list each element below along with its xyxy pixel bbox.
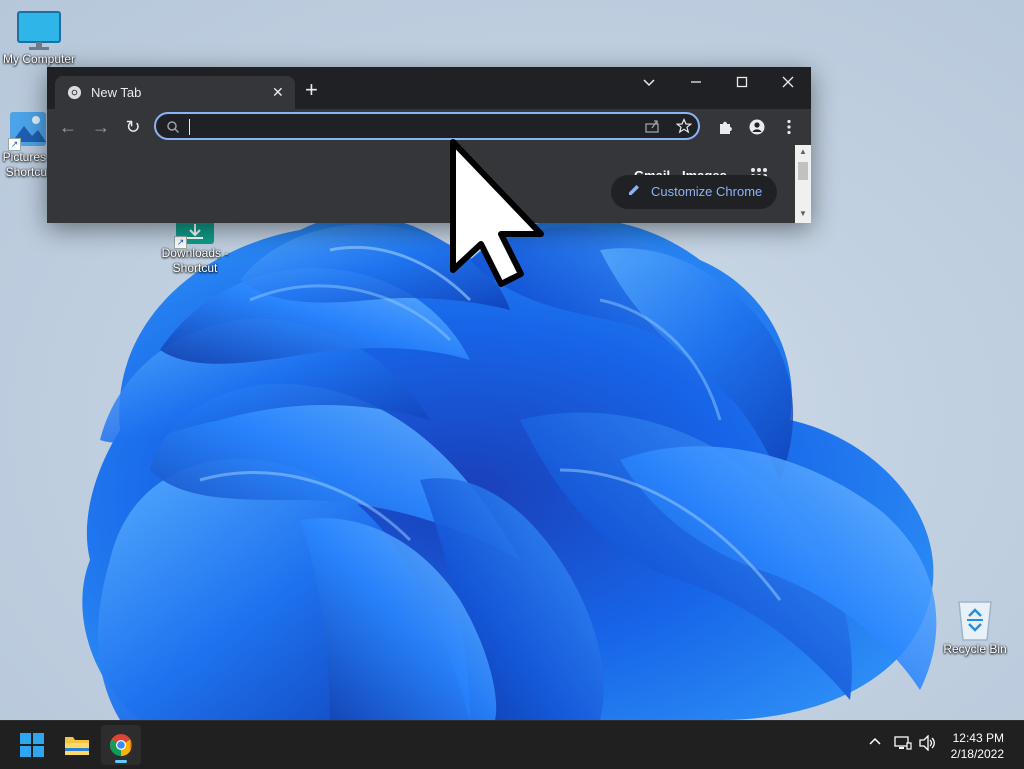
chrome-taskbar-button[interactable] — [101, 725, 141, 765]
profile-icon[interactable] — [749, 119, 765, 135]
network-icon[interactable] — [894, 735, 912, 754]
recycle-bin-icon — [958, 601, 992, 641]
address-bar[interactable] — [154, 112, 700, 140]
taskbar: 12:43 PM 2/18/2022 — [0, 720, 1024, 769]
extensions-puzzle-icon[interactable] — [717, 119, 733, 135]
bookmark-star-icon[interactable] — [676, 118, 692, 134]
file-explorer-button[interactable] — [57, 725, 97, 765]
windows-logo-icon — [20, 733, 44, 757]
desktop-icon-label: Recycle Bin — [943, 642, 1007, 656]
system-clock[interactable]: 12:43 PM 2/18/2022 — [951, 730, 1004, 762]
clock-time: 12:43 PM — [952, 731, 1004, 745]
scrollbar-thumb[interactable] — [798, 162, 808, 180]
shortcut-arrow-icon: ↗ — [174, 236, 187, 249]
forward-button[interactable]: → — [90, 117, 112, 137]
tab-new-tab[interactable]: New Tab ✕ — [55, 76, 295, 109]
search-icon — [167, 121, 180, 134]
show-hidden-icons-chevron-icon[interactable] — [868, 735, 882, 752]
tab-search-dropdown-icon[interactable] — [637, 75, 661, 95]
desktop-icon-label: Downloads - Shortcut — [161, 246, 229, 275]
folder-icon — [65, 737, 89, 755]
shortcut-arrow-icon: ↗ — [8, 138, 21, 151]
new-tab-button[interactable]: + — [305, 79, 318, 101]
reload-button[interactable]: ↻ — [122, 117, 144, 137]
tab-close-icon[interactable]: ✕ — [272, 84, 284, 101]
title-bar[interactable]: New Tab ✕ + — [47, 67, 811, 109]
customize-chrome-label: Customize Chrome — [651, 184, 763, 199]
clock-date: 2/18/2022 — [950, 747, 1004, 761]
volume-icon[interactable] — [919, 734, 937, 754]
maximize-button[interactable] — [730, 75, 754, 95]
menu-kebab-icon[interactable] — [786, 119, 792, 135]
back-button[interactable]: ← — [57, 117, 79, 137]
share-icon[interactable] — [644, 118, 660, 134]
scroll-up-icon[interactable]: ▲ — [798, 147, 808, 156]
chrome-window: New Tab ✕ + ← → ↻ Customize Chrome ▲ ▼ — [47, 67, 811, 223]
pencil-icon — [629, 185, 639, 195]
desktop-icon-downloads-shortcut[interactable]: ↗ Downloads - Shortcut — [157, 220, 233, 276]
search-input[interactable] — [184, 117, 628, 139]
desktop-icon-recycle-bin[interactable]: Recycle Bin — [937, 598, 1013, 657]
page-scrollbar[interactable]: ▲ ▼ — [795, 145, 811, 223]
new-tab-page: Gmail Images Customize Chrome ▲ ▼ — [47, 145, 811, 223]
desktop-icon-label: My Computer — [2, 52, 76, 66]
active-app-indicator — [115, 760, 127, 763]
mouse-pointer-icon — [450, 139, 544, 287]
start-button[interactable] — [12, 725, 52, 765]
chrome-icon — [110, 734, 132, 756]
minimize-button[interactable] — [684, 75, 708, 95]
chrome-favicon-icon — [67, 85, 82, 100]
monitor-icon — [17, 11, 61, 50]
scroll-down-icon[interactable]: ▼ — [798, 209, 808, 218]
text-caret — [189, 119, 190, 135]
browser-toolbar: ← → ↻ — [47, 109, 811, 145]
close-button[interactable] — [776, 75, 800, 95]
customize-chrome-button[interactable]: Customize Chrome — [611, 175, 777, 209]
tab-title: New Tab — [91, 85, 142, 100]
desktop-icon-my-computer[interactable]: My Computer — [1, 10, 77, 67]
